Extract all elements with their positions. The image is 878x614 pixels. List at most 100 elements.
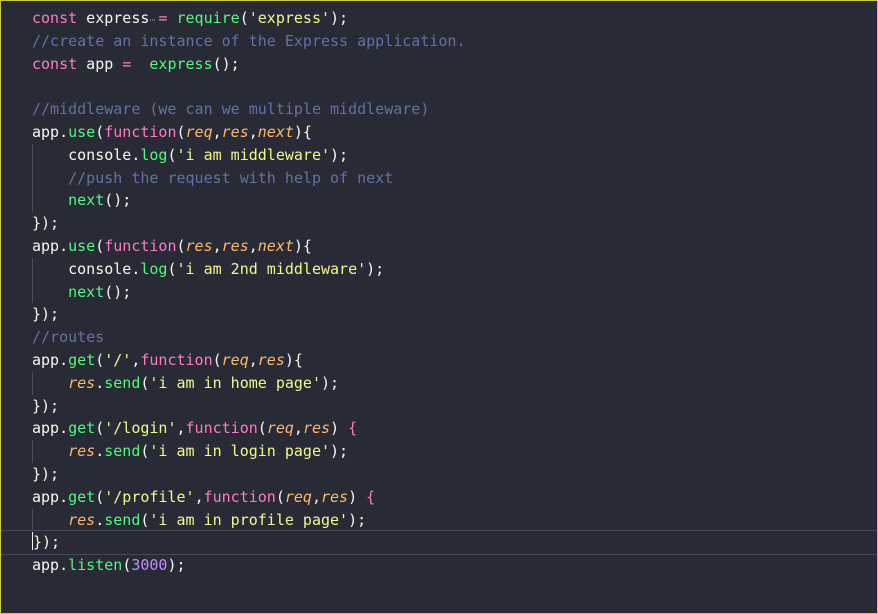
indent-guide <box>32 508 33 532</box>
code-line[interactable]: }); <box>32 303 877 326</box>
code-token: }); <box>32 464 60 483</box>
code-token: { <box>366 487 376 506</box>
code-token: res <box>257 350 285 369</box>
code-line[interactable]: app.get('/login',function(req,res) { <box>32 417 877 440</box>
code-token: res <box>68 442 96 461</box>
code-token: app <box>77 54 123 73</box>
code-token: const <box>32 9 78 27</box>
code-line[interactable]: console.log('i am 2nd middleware'); <box>32 257 877 281</box>
code-token: app <box>32 419 60 438</box>
code-line[interactable]: res.send('i am in home page'); <box>32 371 877 395</box>
code-line[interactable]: res.send('i am in profile page'); <box>32 508 877 532</box>
code-line[interactable]: const express = require('express'); <box>32 7 877 30</box>
code-token: use <box>68 122 96 141</box>
code-line[interactable]: }); <box>32 212 877 235</box>
code-token: ) <box>330 419 349 438</box>
code-line[interactable]: app.get('/',function(req,res){ <box>32 349 877 372</box>
code-line[interactable]: app.get('/profile',function(req,res) { <box>32 486 877 509</box>
code-token: ( <box>176 236 186 255</box>
code-line[interactable]: //routes <box>32 326 877 349</box>
code-token: res <box>185 236 213 255</box>
code-token: ); <box>330 145 349 164</box>
code-token: console <box>32 259 132 278</box>
code-line[interactable]: app.use(function(req,res,next){ <box>32 121 877 144</box>
code-token: , <box>176 419 186 438</box>
code-line[interactable]: //create an instance of the Express appl… <box>32 30 877 53</box>
code-token: . <box>59 487 69 506</box>
indent-guide <box>32 280 33 304</box>
code-line[interactable]: app.listen(3000); <box>32 554 877 577</box>
code-line[interactable]: //middleware (we can we multiple middlew… <box>32 98 877 121</box>
code-line[interactable]: next(); <box>32 189 877 213</box>
code-line[interactable]: next(); <box>32 280 877 304</box>
code-token: res <box>68 510 96 529</box>
code-line[interactable]: app.use(function(res,res,next){ <box>32 235 877 258</box>
code-token: res <box>221 122 249 141</box>
code-token: require <box>176 9 240 27</box>
code-token: , <box>248 350 258 369</box>
code-token: send <box>104 510 141 529</box>
code-token: . <box>95 510 105 529</box>
code-token: ( <box>275 487 285 506</box>
code-token: ); <box>330 9 349 27</box>
code-token: ){ <box>293 236 312 255</box>
code-line[interactable]: }); <box>1 530 877 556</box>
code-token: { <box>348 419 358 438</box>
code-token: ( <box>95 350 105 369</box>
code-token: ( <box>239 9 249 27</box>
code-token: listen <box>68 556 123 575</box>
code-token: app <box>32 350 60 369</box>
code-token: . <box>95 373 105 392</box>
code-area[interactable]: const express = require('express');//cre… <box>1 7 877 577</box>
code-token: function <box>203 487 276 506</box>
code-token: req <box>185 122 213 141</box>
code-token: ){ <box>293 122 312 141</box>
code-line[interactable]: }); <box>32 463 877 486</box>
code-token: , <box>311 487 321 506</box>
indent-guide <box>32 440 33 463</box>
code-token: req <box>266 419 294 438</box>
code-token: app <box>32 556 60 575</box>
code-token: , <box>212 122 222 141</box>
code-token: ); <box>330 442 349 461</box>
code-line[interactable] <box>32 75 877 98</box>
code-line[interactable]: console.log('i am middleware'); <box>32 143 877 167</box>
code-token: }); <box>32 214 60 233</box>
code-line[interactable]: }); <box>32 395 877 418</box>
code-token: ( <box>212 350 222 369</box>
code-token: '/profile' <box>104 487 195 506</box>
code-line[interactable]: //push the request with help of next <box>32 166 877 190</box>
code-token: '/login' <box>104 419 177 438</box>
code-token: express <box>77 9 159 27</box>
code-token: //push the request with help of next <box>68 168 394 187</box>
code-line[interactable]: const app = express(); <box>32 53 877 76</box>
code-token: function <box>140 350 213 369</box>
code-token: (); <box>104 282 132 301</box>
code-token: send <box>104 373 141 392</box>
code-token: , <box>248 122 258 141</box>
code-line[interactable]: res.send('i am in login page'); <box>32 440 877 463</box>
code-token: req <box>221 350 249 369</box>
code-token: function <box>104 236 177 255</box>
code-token: 'i am middleware' <box>176 145 331 164</box>
code-token: get <box>68 419 96 438</box>
code-token: ); <box>167 556 186 575</box>
code-token: , <box>293 419 303 438</box>
code-editor[interactable]: ··· const express = require('express'); /… <box>0 0 878 614</box>
code-token: get <box>68 487 96 506</box>
code-token: ){ <box>284 350 303 369</box>
code-token: ( <box>167 145 177 164</box>
code-token: log <box>140 145 168 164</box>
code-token: console <box>32 145 132 164</box>
code-token: (); <box>212 54 240 73</box>
indent-guide <box>32 257 33 281</box>
code-token: }); <box>32 305 60 324</box>
code-token: , <box>248 236 258 255</box>
code-token: ) <box>348 487 367 506</box>
